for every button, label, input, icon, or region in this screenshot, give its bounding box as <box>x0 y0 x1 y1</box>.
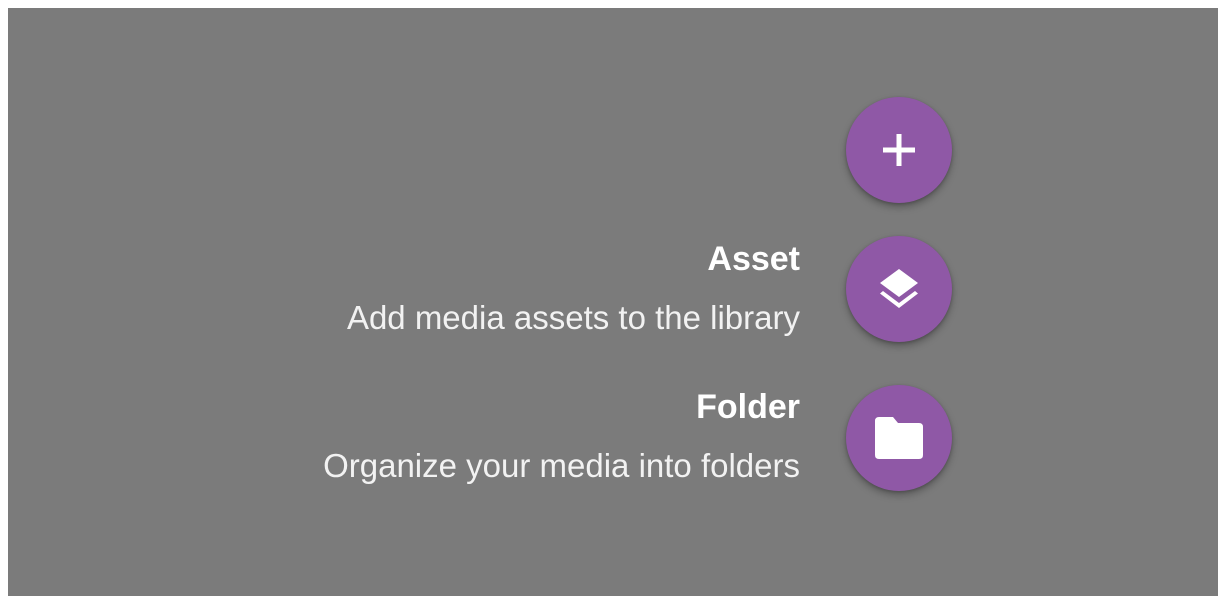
asset-action-button[interactable] <box>846 236 952 342</box>
folder-action-title[interactable]: Folder <box>696 387 800 427</box>
asset-action-title[interactable]: Asset <box>707 239 800 279</box>
layers-icon <box>880 269 918 308</box>
folder-icon <box>875 417 923 459</box>
add-fab-button[interactable] <box>846 97 952 203</box>
asset-action-description[interactable]: Add media assets to the library <box>347 298 800 338</box>
folder-action-button[interactable] <box>846 385 952 491</box>
plus-icon <box>883 134 915 166</box>
folder-action-description[interactable]: Organize your media into folders <box>323 446 800 486</box>
